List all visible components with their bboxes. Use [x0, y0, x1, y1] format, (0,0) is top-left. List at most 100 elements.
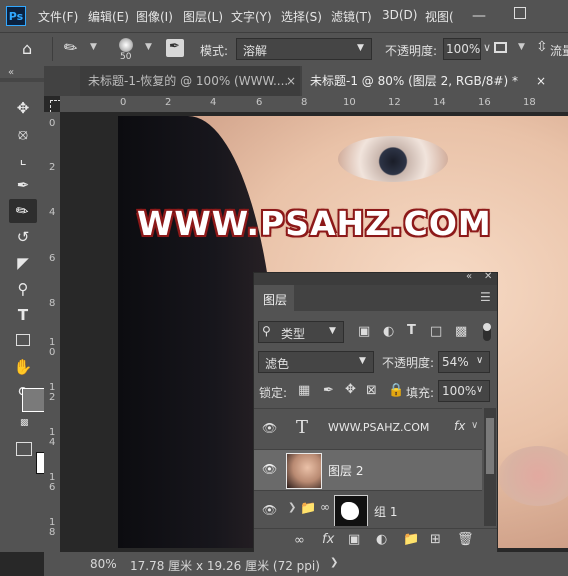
tab-document-active[interactable]: 未标题-1 @ 80% (图层 2, RGB/8#) * × — [302, 66, 568, 96]
opacity-value: 100% — [446, 42, 481, 56]
menu-view[interactable]: 视图( — [425, 8, 454, 25]
menu-filter[interactable]: 滤镜(T) — [331, 8, 372, 25]
zoom-level[interactable]: 80% — [90, 557, 117, 571]
add-mask-icon[interactable]: ▣ — [348, 532, 360, 547]
default-colors-icon[interactable]: ▩ — [20, 418, 29, 428]
chevron-right-icon[interactable]: ❯ — [288, 502, 296, 513]
layer-name[interactable]: 图层 2 — [328, 462, 363, 479]
menu-edit[interactable]: 编辑(E) — [88, 8, 129, 25]
opacity-input[interactable]: 100% — [443, 38, 481, 60]
lock-all-icon[interactable]: 🔒 — [388, 383, 404, 398]
rectangle-tool-icon[interactable] — [13, 331, 33, 351]
visibility-eye-icon[interactable]: 👁 — [262, 462, 277, 476]
filter-type-icon[interactable]: T — [407, 323, 416, 338]
paint-bucket-icon[interactable]: ◤ — [13, 253, 33, 273]
layer-effects-icon[interactable]: fx — [454, 419, 465, 433]
close-icon[interactable]: × — [536, 66, 546, 96]
filter-adjustment-icon[interactable]: ◐ — [383, 324, 394, 339]
filter-smart-object-icon[interactable]: ▩ — [455, 324, 467, 339]
close-icon[interactable]: ✕ — [484, 271, 492, 282]
tab-document-recovered[interactable]: 未标题-1-恢复的 @ 100% (WWW.... × — [80, 66, 300, 96]
layer-list: 👁 T WWW.PSAHZ.COM fx ∨ 👁 图层 2 👁 ❯ 📁 ∞ 组 … — [254, 408, 497, 526]
layer-name[interactable]: 组 1 — [374, 503, 397, 520]
hand-tool-icon[interactable]: ✋ — [13, 357, 33, 377]
layer-row-group[interactable]: 👁 ❯ 📁 ∞ 组 1 — [254, 490, 482, 526]
menu-layer[interactable]: 图层(L) — [183, 8, 223, 25]
link-icon: ∞ — [320, 500, 330, 514]
layer-opacity-input[interactable]: 54% ∨ — [438, 351, 490, 373]
brush-tool-active-icon[interactable]: ✎ — [9, 199, 37, 223]
lock-position-icon[interactable]: ✥ — [345, 382, 356, 397]
close-icon[interactable]: × — [286, 66, 296, 96]
mode-label: 模式: — [200, 44, 229, 58]
layer-filter-select[interactable]: ⚲ 类型 ▼ — [258, 321, 344, 343]
chevron-down-icon[interactable]: ▼ — [90, 42, 97, 52]
collapse-icon[interactable]: « — [466, 271, 472, 282]
home-icon[interactable]: ⌂ — [22, 39, 32, 58]
lock-transparent-icon[interactable]: ▦ — [298, 383, 310, 398]
delete-layer-icon[interactable]: 🗑 — [457, 532, 474, 547]
menu-3d[interactable]: 3D(D) — [382, 8, 417, 22]
fill-input[interactable]: 100% ∨ — [438, 380, 490, 402]
blend-mode-select[interactable]: 滤色 ▼ — [258, 351, 374, 373]
ruler-tick-label: 1 8 — [49, 517, 56, 538]
new-layer-icon[interactable]: ⊞ — [430, 532, 441, 547]
ruler-tick-label: 8 — [301, 97, 308, 108]
foreground-color-swatch[interactable] — [22, 388, 46, 412]
filter-shape-icon[interactable]: □ — [430, 324, 442, 339]
dodge-tool-icon[interactable]: ⚲ — [13, 279, 33, 299]
history-brush-icon[interactable]: ↺ — [13, 227, 33, 247]
collapse-panel-icon[interactable]: « — [8, 67, 14, 78]
search-icon: ⚲ — [262, 324, 271, 338]
menu-select[interactable]: 选择(S) — [281, 8, 322, 25]
restore-icon[interactable] — [514, 7, 526, 19]
eyedropper-tool-icon[interactable]: ✒ — [13, 175, 33, 195]
crop-tool-icon[interactable]: ⌞ — [13, 149, 33, 169]
type-tool-icon[interactable]: T — [13, 305, 33, 325]
brush-preset-icon[interactable] — [119, 38, 133, 52]
lasso-tool-icon[interactable]: ⦻ — [13, 124, 33, 144]
filter-pixel-icon[interactable]: ▣ — [358, 324, 370, 339]
toolbar-grip[interactable] — [0, 78, 44, 82]
brush-size-label: 50 — [120, 52, 132, 62]
panel-menu-icon[interactable]: ☰ — [480, 290, 491, 304]
new-group-icon[interactable]: 📁 — [403, 532, 419, 547]
lock-image-icon[interactable]: ✒ — [323, 383, 334, 398]
visibility-eye-icon[interactable]: 👁 — [262, 421, 277, 435]
ruler-tick-label: 8 — [49, 298, 56, 309]
group-mask-thumbnail[interactable] — [334, 495, 368, 526]
layer-row-text[interactable]: 👁 T WWW.PSAHZ.COM fx ∨ — [254, 408, 482, 449]
chevron-down-icon[interactable]: ▼ — [145, 42, 152, 52]
lock-artboard-icon[interactable]: ⊠ — [366, 383, 377, 398]
minimize-icon[interactable]: — — [472, 8, 486, 24]
mode-select[interactable]: 溶解 ▼ — [236, 38, 372, 60]
menu-file[interactable]: 文件(F) — [38, 8, 78, 25]
quick-mask-icon[interactable] — [16, 442, 32, 456]
menu-image[interactable]: 图像(I) — [136, 8, 173, 25]
brush-tool-icon[interactable]: ✎ — [60, 36, 82, 59]
adjustment-layer-icon[interactable]: ◐ — [376, 532, 387, 547]
brush-settings-icon[interactable]: ✒ — [166, 39, 184, 57]
opacity-slider-toggle-icon[interactable]: ∨ — [483, 41, 491, 54]
layer-row-selected[interactable]: 👁 图层 2 — [254, 449, 482, 490]
fill-value: 100% — [442, 384, 477, 398]
add-style-icon[interactable]: fx — [322, 532, 334, 547]
ruler-tick-label: 4 — [49, 207, 56, 218]
layer-list-scrollbar[interactable] — [484, 408, 496, 526]
pressure-opacity-icon[interactable] — [494, 42, 507, 53]
layer-name[interactable]: WWW.PSAHZ.COM — [328, 421, 429, 434]
status-arrow-icon[interactable]: ❯ — [330, 557, 338, 568]
tab-layers[interactable]: 图层 — [254, 285, 294, 311]
layers-tab-label: 图层 — [263, 293, 288, 307]
menu-type[interactable]: 文字(Y) — [231, 8, 272, 25]
layer-opacity-value: 54% — [442, 355, 469, 369]
chevron-down-icon[interactable]: ▼ — [518, 42, 525, 52]
chevron-down-icon[interactable]: ∨ — [471, 420, 478, 431]
move-tool-icon[interactable]: ✥ — [13, 98, 33, 118]
options-bar: ⌂ ✎ ▼ 50 ▼ ✒ 模式: 溶解 ▼ 不透明度: 100% ∨ ▼ ⇳ 流… — [0, 32, 568, 66]
ruler-tick-label: 0 — [120, 97, 127, 108]
visibility-eye-icon[interactable]: 👁 — [262, 503, 277, 517]
airbrush-icon[interactable]: ⇳ — [536, 39, 548, 55]
filter-toggle-switch[interactable] — [483, 323, 491, 341]
link-layers-icon[interactable]: ∞ — [294, 533, 305, 548]
